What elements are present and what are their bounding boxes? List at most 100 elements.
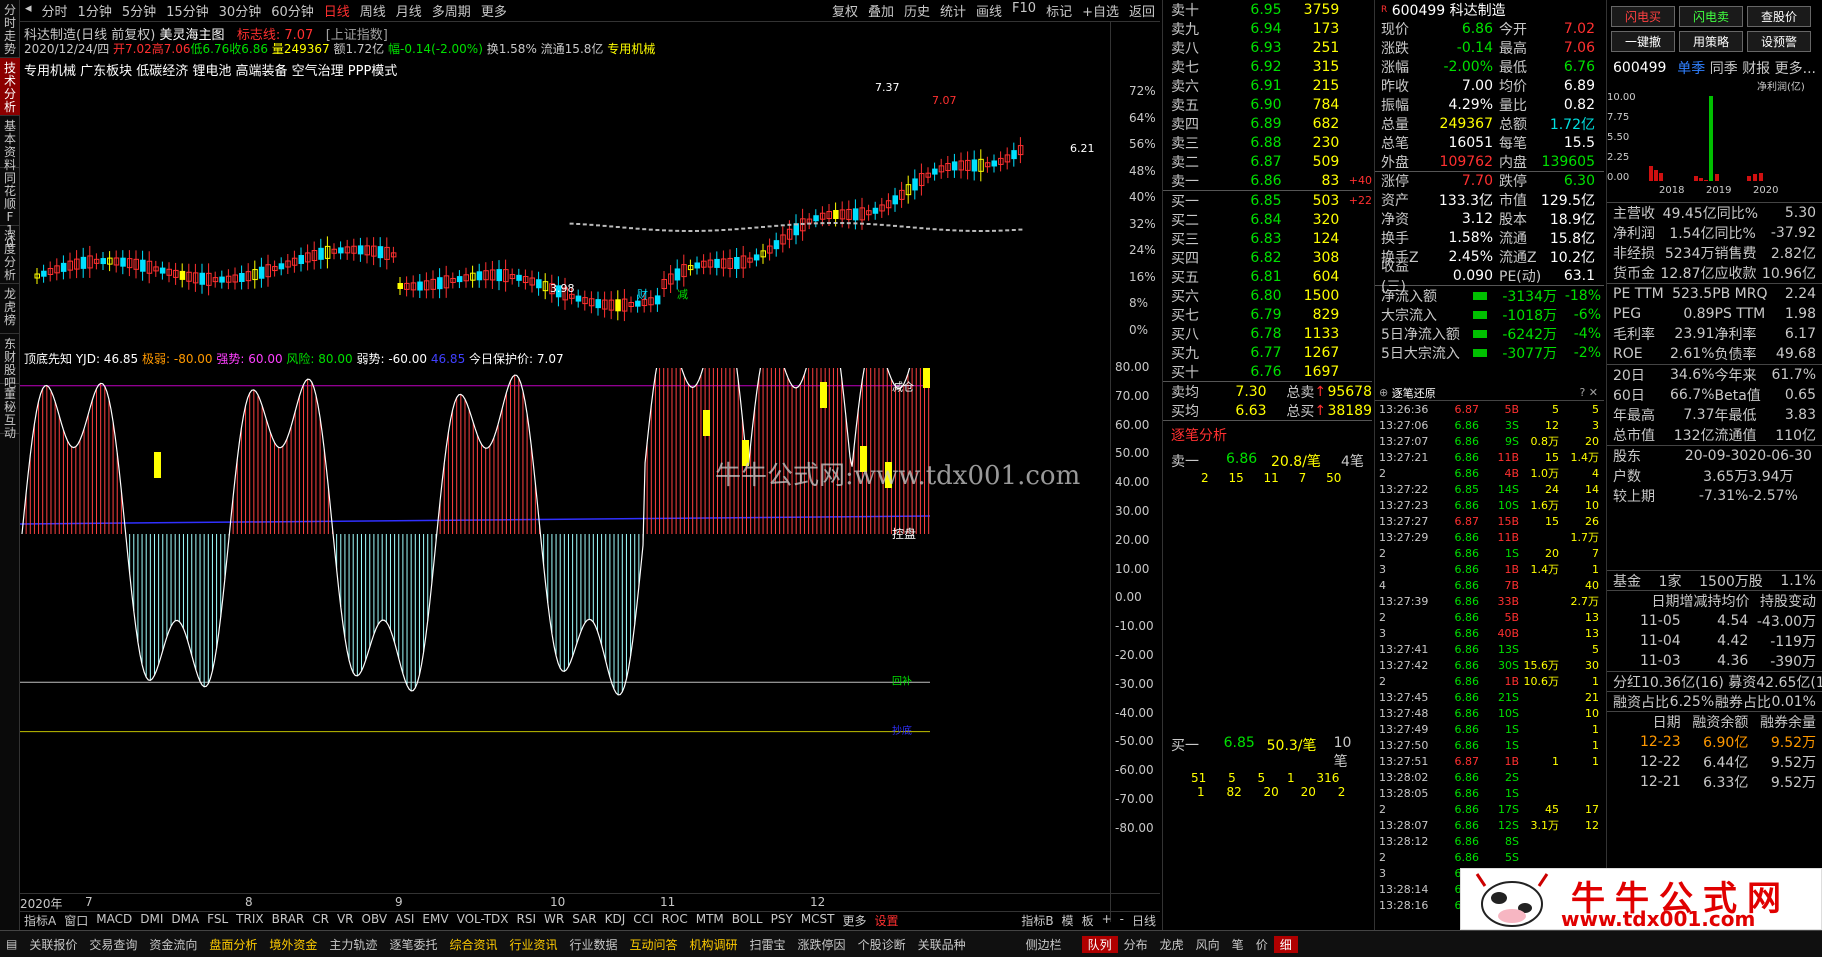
bottom-tab-0[interactable]: 关联报价 — [23, 936, 83, 953]
bid-row[interactable]: 买九 6.77 1267 — [1163, 343, 1372, 362]
bottom-tab-1[interactable]: 交易查询 — [83, 936, 143, 953]
ind-tab-15[interactable]: WR — [540, 912, 568, 929]
ind-tab-24[interactable]: 更多 — [839, 912, 871, 929]
ind-tab-17[interactable]: KDJ — [601, 912, 630, 929]
period-tab-10[interactable]: 更多 — [476, 1, 512, 20]
bottom-tab-12[interactable]: 扫雷宝 — [744, 936, 792, 953]
left-tab-5[interactable]: 龙虎榜 — [0, 284, 20, 334]
period-tab-8[interactable]: 月线 — [391, 1, 427, 20]
bid-row[interactable]: 买二 6.84 320 — [1163, 210, 1372, 229]
grid-icon[interactable]: ▤ — [0, 937, 23, 951]
bottom-tab-13[interactable]: 涨跌停因 — [792, 936, 852, 953]
ind-tab-8[interactable]: CR — [308, 912, 333, 929]
bid-row[interactable]: 买六 6.80 1500 — [1163, 286, 1372, 305]
help-icon[interactable]: ? ✕ — [1579, 386, 1604, 399]
f10-tab-3[interactable]: 更多... — [1775, 61, 1816, 77]
ind-tab-16[interactable]: SAR — [568, 912, 600, 929]
ind-tab-13[interactable]: VOL-TDX — [453, 912, 513, 929]
ask-row[interactable]: 卖三 6.88 230 — [1163, 133, 1372, 152]
toolbar-btn-6[interactable]: 标记 — [1041, 1, 1077, 20]
bottom-tab-22[interactable]: 价 — [1250, 936, 1274, 953]
bottom-tab-8[interactable]: 行业资讯 — [503, 936, 563, 953]
bid-row[interactable]: 买八 6.78 1133 — [1163, 324, 1372, 343]
ind-tab-22[interactable]: PSY — [767, 912, 797, 929]
toolbar-btn-1[interactable]: 叠加 — [863, 1, 899, 20]
ask-row[interactable]: 卖一 6.86 83 +40 — [1163, 171, 1372, 190]
period-tab-2[interactable]: 5分钟 — [117, 1, 161, 20]
period-tab-9[interactable]: 多周期 — [427, 1, 476, 20]
bid-row[interactable]: 买五 6.81 604 — [1163, 267, 1372, 286]
bid-row[interactable]: 买四 6.82 308 — [1163, 248, 1372, 267]
ind-tab-11[interactable]: ASI — [391, 912, 418, 929]
bottom-tab-11[interactable]: 机构调研 — [684, 936, 744, 953]
ind-tab-10[interactable]: OBV — [358, 912, 392, 929]
bottom-tab-5[interactable]: 主力轨迹 — [323, 936, 383, 953]
toolbar-btn-0[interactable]: 复权 — [827, 1, 863, 20]
bottom-tab-9[interactable]: 行业数据 — [563, 936, 623, 953]
period-tab-7[interactable]: 周线 — [355, 1, 391, 20]
left-tab-0[interactable]: 分时走势 — [0, 0, 20, 58]
bottom-tab-21[interactable]: 笔 — [1226, 936, 1250, 953]
bottom-tab-19[interactable]: 龙虎 — [1154, 936, 1190, 953]
trade-btn-0[interactable]: 闪电买 — [1611, 6, 1675, 27]
trade-btn-4[interactable]: 用策略 — [1679, 31, 1743, 52]
toolbar-btn-3[interactable]: 统计 — [935, 1, 971, 20]
ind-tab-25[interactable]: 设置 — [871, 912, 903, 929]
bottom-tab-3[interactable]: 盘面分析 — [203, 936, 263, 953]
bottom-tab-17[interactable]: 队列 — [1081, 935, 1118, 953]
trade-btn-1[interactable]: 闪电卖 — [1679, 6, 1743, 27]
tick-list[interactable]: ⊕ 逐笔还原? ✕ 13:26:36 6.87 5B 5 5 13:27:06 6.86 3S… — [1374, 385, 1604, 930]
left-tab-3[interactable]: 同花顺F10 — [0, 168, 20, 250]
period-tab-1[interactable]: 1分钟 — [73, 1, 117, 20]
ind-tab-20[interactable]: MTM — [692, 912, 728, 929]
bid-row[interactable]: 买三 6.83 124 — [1163, 229, 1372, 248]
bid-row[interactable]: 买一 6.85 503 +22 — [1163, 191, 1372, 210]
f10-tab-1[interactable]: 同季 — [1710, 61, 1742, 77]
bottom-tab-20[interactable]: 风向 — [1190, 936, 1226, 953]
bid-row[interactable]: 买七 6.79 829 — [1163, 305, 1372, 324]
bottom-tab-2[interactable]: 资金流向 — [143, 936, 203, 953]
ask-row[interactable]: 卖五 6.90 784 — [1163, 95, 1372, 114]
ind-tab-9[interactable]: VR — [333, 912, 358, 929]
bid-row[interactable]: 买十 6.76 1697 — [1163, 362, 1372, 381]
trade-btn-3[interactable]: 一键撤 — [1611, 31, 1675, 52]
bottom-tab-10[interactable]: 互动问答 — [624, 936, 684, 953]
bottom-tab-14[interactable]: 个股诊断 — [852, 936, 912, 953]
ind-tab-r-1[interactable]: 模 — [1058, 912, 1078, 929]
ask-row[interactable]: 卖二 6.87 509 — [1163, 152, 1372, 171]
ind-tab-3[interactable]: DMI — [136, 912, 167, 929]
ask-row[interactable]: 卖六 6.91 215 — [1163, 76, 1372, 95]
bottom-tab-16[interactable]: 侧边栏 — [1020, 936, 1068, 953]
bottom-tab-18[interactable]: 分布 — [1118, 936, 1154, 953]
ind-tab-2[interactable]: MACD — [92, 912, 136, 929]
ask-row[interactable]: 卖四 6.89 682 — [1163, 114, 1372, 133]
back-icon[interactable]: ◂ — [20, 1, 37, 20]
bottom-tab-15[interactable]: 关联品种 — [912, 936, 972, 953]
ind-tab-14[interactable]: RSI — [513, 912, 541, 929]
ind-tab-6[interactable]: TRIX — [232, 912, 267, 929]
toolbar-btn-5[interactable]: F10 — [1007, 1, 1041, 20]
ask-row[interactable]: 卖十 6.95 3759 — [1163, 0, 1372, 19]
f10-tab-2[interactable]: 财报 — [1742, 61, 1774, 77]
toolbar-btn-7[interactable]: +自选 — [1077, 1, 1124, 20]
indicator-chart[interactable]: 清仓减仓控盘回补抄底 — [20, 368, 1110, 888]
left-tab-2[interactable]: 基本资料 — [0, 116, 20, 172]
ind-tab-r-3[interactable]: + — [1098, 912, 1116, 929]
toolbar-btn-8[interactable]: 返回 — [1124, 1, 1160, 20]
ind-tab-5[interactable]: FSL — [203, 912, 232, 929]
ind-tab-r-5[interactable]: 日线 — [1128, 912, 1160, 929]
kline-chart[interactable]: 7.37 3.98 7.07 财 减 6.21 — [20, 76, 1110, 346]
tick-analysis-title[interactable]: 逐笔分析 — [1171, 425, 1364, 445]
ind-tab-1[interactable]: 窗口 — [60, 912, 92, 929]
ind-tab-21[interactable]: BOLL — [728, 912, 767, 929]
toolbar-btn-4[interactable]: 画线 — [971, 1, 1007, 20]
left-tab-7[interactable]: 董秘互动 — [0, 384, 20, 440]
left-tab-1[interactable]: 技术分析 — [0, 58, 20, 116]
bottom-tab-7[interactable]: 综合资讯 — [443, 936, 503, 953]
ind-tab-19[interactable]: ROC — [658, 912, 692, 929]
ind-tab-7[interactable]: BRAR — [268, 912, 309, 929]
trade-btn-5[interactable]: 设预警 — [1747, 31, 1811, 52]
ind-tab-r-4[interactable]: - — [1116, 912, 1128, 929]
left-tab-4[interactable]: 深度分析 — [0, 226, 20, 284]
ind-tab-12[interactable]: EMV — [418, 912, 452, 929]
